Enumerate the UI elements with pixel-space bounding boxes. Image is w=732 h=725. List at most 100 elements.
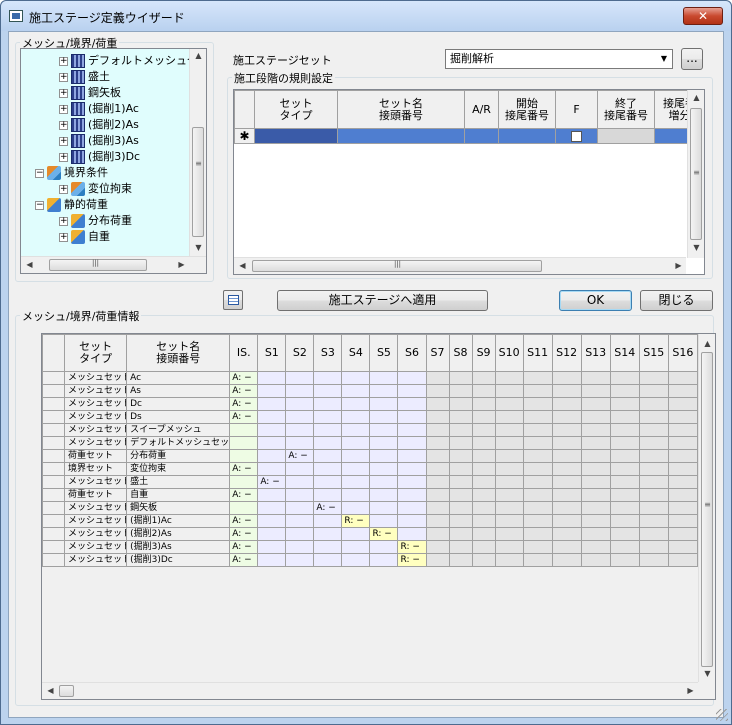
- stage-cell[interactable]: A: −: [257, 475, 287, 489]
- stage-cell[interactable]: [448, 449, 473, 463]
- table-row[interactable]: メッシュセット Ds A: −: [42, 410, 699, 424]
- grid-option-button[interactable]: [223, 290, 243, 310]
- stage-cell[interactable]: [667, 514, 699, 528]
- stage-cell[interactable]: [638, 488, 669, 502]
- stage-cell[interactable]: [425, 475, 450, 489]
- stage-cell[interactable]: [471, 371, 496, 385]
- tree-item[interactable]: − 境界条件: [35, 165, 108, 181]
- stage-column-header[interactable]: S13: [580, 334, 611, 372]
- stage-cell[interactable]: [285, 501, 315, 515]
- stage-cell[interactable]: [313, 488, 343, 502]
- stage-cell[interactable]: [257, 527, 287, 541]
- stage-cell[interactable]: [313, 384, 343, 398]
- stage-cell[interactable]: [667, 423, 699, 437]
- stage-cell[interactable]: [341, 462, 371, 476]
- stage-cell[interactable]: [580, 397, 611, 411]
- row-header[interactable]: [42, 540, 66, 554]
- stage-cell[interactable]: [369, 436, 399, 450]
- stage-cell[interactable]: [471, 553, 496, 567]
- stage-cell[interactable]: [257, 371, 287, 385]
- ok-button[interactable]: OK: [559, 290, 632, 311]
- stage-cell[interactable]: [341, 423, 371, 437]
- expand-icon[interactable]: +: [59, 104, 68, 114]
- stage-cell[interactable]: [580, 384, 611, 398]
- row-header[interactable]: [42, 475, 66, 489]
- tree-item[interactable]: + 分布荷重: [59, 213, 132, 229]
- stage-cell[interactable]: [229, 449, 259, 463]
- stage-cell[interactable]: [448, 527, 473, 541]
- stage-cell[interactable]: A: −: [229, 488, 259, 502]
- stage-cell[interactable]: [471, 514, 496, 528]
- stage-cell[interactable]: [285, 384, 315, 398]
- stage-cell[interactable]: [580, 462, 611, 476]
- stage-cell[interactable]: [638, 384, 669, 398]
- stage-cell[interactable]: [609, 540, 640, 554]
- stage-cell[interactable]: [313, 397, 343, 411]
- stage-cell[interactable]: [285, 410, 315, 424]
- stage-cell[interactable]: [471, 540, 496, 554]
- stage-cell[interactable]: [369, 462, 399, 476]
- stage-cell[interactable]: [425, 462, 450, 476]
- stage-cell[interactable]: [313, 449, 343, 463]
- stage-cell[interactable]: [551, 436, 582, 450]
- stage-cell[interactable]: [667, 410, 699, 424]
- stage-cell[interactable]: [667, 540, 699, 554]
- tree-item[interactable]: + 盛土: [59, 69, 110, 85]
- table-row[interactable]: メッシュセット 鋼矢板 A: −: [42, 501, 699, 515]
- stage-cell[interactable]: [285, 527, 315, 541]
- stage-cell[interactable]: [397, 449, 427, 463]
- stage-cell[interactable]: [551, 397, 582, 411]
- stage-cell[interactable]: [425, 371, 450, 385]
- stage-cell[interactable]: [341, 501, 371, 515]
- stage-cell[interactable]: [257, 501, 287, 515]
- stage-column-header[interactable]: S5: [369, 334, 399, 372]
- stage-set-more-button[interactable]: ...: [681, 48, 703, 70]
- stage-cell[interactable]: [448, 436, 473, 450]
- rules-cell-f[interactable]: [555, 128, 598, 144]
- stage-cell[interactable]: R: −: [397, 553, 427, 567]
- stage-cell[interactable]: [580, 410, 611, 424]
- stage-cell[interactable]: [471, 410, 496, 424]
- stage-cell[interactable]: [313, 423, 343, 437]
- stage-cell[interactable]: [285, 488, 315, 502]
- stage-column-header[interactable]: S10: [494, 334, 524, 372]
- stage-cell[interactable]: [425, 436, 450, 450]
- expand-icon[interactable]: +: [59, 184, 68, 194]
- stage-cell[interactable]: [341, 371, 371, 385]
- stage-cell[interactable]: [580, 436, 611, 450]
- scroll-down-icon[interactable]: ▼: [190, 243, 206, 252]
- stage-cell[interactable]: [448, 423, 473, 437]
- stage-cell[interactable]: [257, 540, 287, 554]
- stage-cell[interactable]: [609, 410, 640, 424]
- stage-cell[interactable]: R: −: [369, 527, 399, 541]
- stage-cell[interactable]: [425, 514, 450, 528]
- f-checkbox[interactable]: [571, 131, 582, 142]
- stage-cell[interactable]: [551, 488, 582, 502]
- stage-cell[interactable]: [397, 397, 427, 411]
- table-row[interactable]: 境界セット 変位拘束 A: −: [42, 462, 699, 476]
- stage-cell[interactable]: [285, 371, 315, 385]
- row-header[interactable]: [42, 384, 66, 398]
- stage-cell[interactable]: [471, 436, 496, 450]
- stage-cell[interactable]: [638, 553, 669, 567]
- rules-column-header[interactable]: 終了 接尾番号: [597, 90, 655, 129]
- stage-cell[interactable]: [551, 410, 582, 424]
- stage-cell[interactable]: [522, 514, 553, 528]
- stage-cell[interactable]: [397, 423, 427, 437]
- stage-cell[interactable]: [425, 449, 450, 463]
- expand-icon[interactable]: +: [59, 136, 68, 146]
- stage-cell[interactable]: [580, 475, 611, 489]
- stage-cell[interactable]: [609, 475, 640, 489]
- scroll-up-icon[interactable]: ▲: [190, 51, 206, 60]
- stage-cell[interactable]: [313, 540, 343, 554]
- stage-cell[interactable]: A: −: [229, 397, 259, 411]
- stage-cell[interactable]: [471, 423, 496, 437]
- collapse-icon[interactable]: −: [35, 168, 44, 178]
- expand-icon[interactable]: +: [59, 120, 68, 130]
- stage-cell[interactable]: [257, 423, 287, 437]
- stage-column-header[interactable]: S6: [397, 334, 427, 372]
- stage-column-header[interactable]: S16: [667, 334, 699, 372]
- stage-cell[interactable]: [580, 371, 611, 385]
- tree-item[interactable]: + (掘削3)Dc: [59, 149, 140, 165]
- table-row[interactable]: 荷重セット 自重 A: −: [42, 488, 699, 502]
